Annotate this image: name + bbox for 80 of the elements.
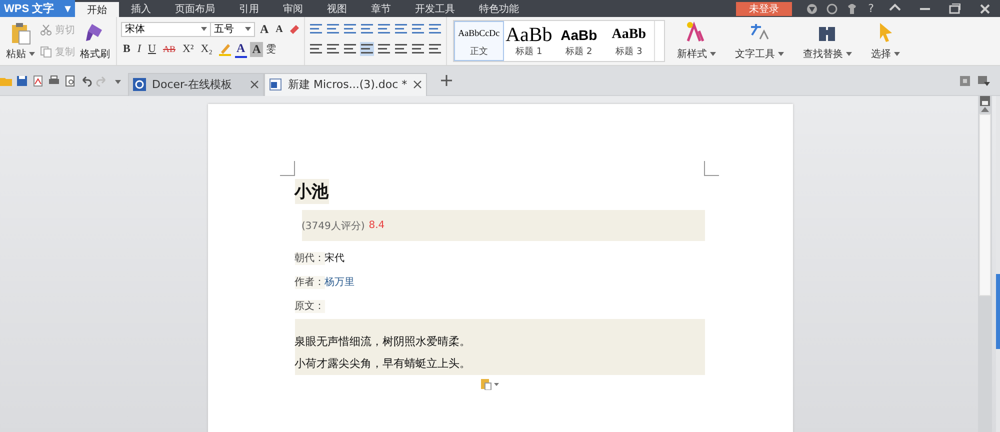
- rating-count: (3749人评分): [302, 220, 365, 232]
- print-icon[interactable]: [48, 74, 60, 86]
- margin-corner-mark: [704, 161, 718, 176]
- paste-button[interactable]: 粘贴: [4, 19, 37, 63]
- margin-corner-mark: [280, 161, 294, 176]
- menu-tab[interactable]: 视图: [315, 0, 359, 17]
- format-button[interactable]: X₂: [198, 43, 215, 55]
- field-label: 朝代：: [294, 252, 324, 265]
- character-shading-button[interactable]: A: [250, 42, 263, 56]
- help-button[interactable]: ?: [868, 0, 874, 17]
- author-link[interactable]: 杨万里: [324, 276, 354, 289]
- field-value: 宋代: [324, 252, 344, 265]
- pinyin-guide-button[interactable]: 雯: [266, 42, 276, 56]
- style-preset[interactable]: AaBbCcDc 正文: [454, 21, 504, 61]
- menu-tab[interactable]: 开始: [75, 2, 119, 17]
- save-icon[interactable]: [16, 74, 28, 86]
- preview-icon[interactable]: [64, 74, 76, 86]
- close-icon[interactable]: [413, 80, 422, 89]
- caret-icon: [29, 52, 35, 56]
- app-menu-button[interactable]: WPS 文字 ▾: [0, 0, 75, 17]
- split-view-icon[interactable]: [980, 96, 990, 106]
- eraser-icon[interactable]: [288, 23, 300, 35]
- font-color-button[interactable]: A: [234, 40, 248, 58]
- tool-button[interactable]: 新样式: [668, 19, 724, 63]
- close-icon[interactable]: [250, 80, 259, 89]
- plus-icon: [441, 75, 452, 86]
- pdf-icon[interactable]: [32, 74, 44, 86]
- poem-line: 泉眼无声惜细流，树阴照水爱晴柔。: [294, 334, 472, 350]
- caret-icon: [710, 52, 716, 56]
- format-button[interactable]: I: [135, 43, 144, 55]
- clipboard-icon: [10, 21, 32, 45]
- menu-tab[interactable]: 插入: [119, 0, 163, 17]
- tab-list-icon[interactable]: [978, 76, 990, 86]
- close-icon[interactable]: [978, 2, 992, 16]
- caret-icon: [778, 52, 784, 56]
- document-icon: [269, 78, 282, 91]
- style-preset[interactable]: AaBb 标题 2: [554, 21, 604, 61]
- restore-icon[interactable]: [948, 2, 962, 16]
- side-panel-handle[interactable]: [996, 274, 1000, 349]
- style-preset[interactable]: AaBb 标题 3: [604, 21, 654, 61]
- format-button[interactable]: U: [146, 43, 158, 55]
- menu-tab[interactable]: 审阅: [271, 0, 315, 17]
- menu-tab[interactable]: 特色功能: [467, 0, 531, 17]
- caret-icon: [201, 27, 207, 31]
- shirt-icon[interactable]: [846, 2, 858, 14]
- tool-button[interactable]: 选择: [862, 19, 908, 63]
- caret-icon: [245, 27, 251, 31]
- menu-tab[interactable]: 引用: [227, 0, 271, 17]
- menu-tab[interactable]: 章节: [359, 0, 403, 17]
- format-button[interactable]: X²: [180, 43, 196, 55]
- paste-options-icon[interactable]: [480, 378, 500, 390]
- format-painter-button[interactable]: 格式刷: [78, 19, 112, 63]
- undo-icon[interactable]: [80, 74, 92, 86]
- style-preset[interactable]: AaBb 标题 1: [504, 21, 554, 61]
- copy-icon: [40, 46, 52, 58]
- caret-icon: [894, 52, 900, 56]
- menu-tab[interactable]: 开发工具: [403, 0, 467, 17]
- justify-icon[interactable]: [360, 42, 374, 56]
- document-tab[interactable]: Docer-在线模板: [128, 72, 264, 96]
- field-label: 原文：: [294, 300, 324, 313]
- grow-font-button[interactable]: A: [258, 22, 271, 36]
- tool-button[interactable]: 文字工具: [726, 19, 792, 63]
- caret-icon: [846, 52, 852, 56]
- tool-button[interactable]: 查找替换: [794, 19, 860, 63]
- rating-score: 8.4: [368, 220, 385, 231]
- document-tab[interactable]: 新建 Micros...(3).doc *: [264, 72, 428, 96]
- scissors-icon: [40, 24, 52, 36]
- format-button[interactable]: AB: [160, 44, 178, 54]
- poem-line: 小荷才露尖尖角，早有蜻蜓立上头。: [294, 356, 472, 372]
- menu-tab[interactable]: 页面布局: [163, 0, 227, 17]
- scrollbar-thumb[interactable]: [979, 114, 991, 296]
- shrink-font-button[interactable]: A: [274, 24, 285, 34]
- font-name-field[interactable]: 宋体: [121, 22, 211, 36]
- docer-icon: [133, 78, 146, 91]
- align-left-icon[interactable]: [308, 42, 323, 56]
- font-size-field[interactable]: 五号: [210, 22, 255, 36]
- window-icon[interactable]: [960, 76, 970, 86]
- format-button[interactable]: B: [121, 43, 132, 55]
- field-label: 作者：: [294, 276, 324, 289]
- document-title: 小池: [294, 179, 328, 204]
